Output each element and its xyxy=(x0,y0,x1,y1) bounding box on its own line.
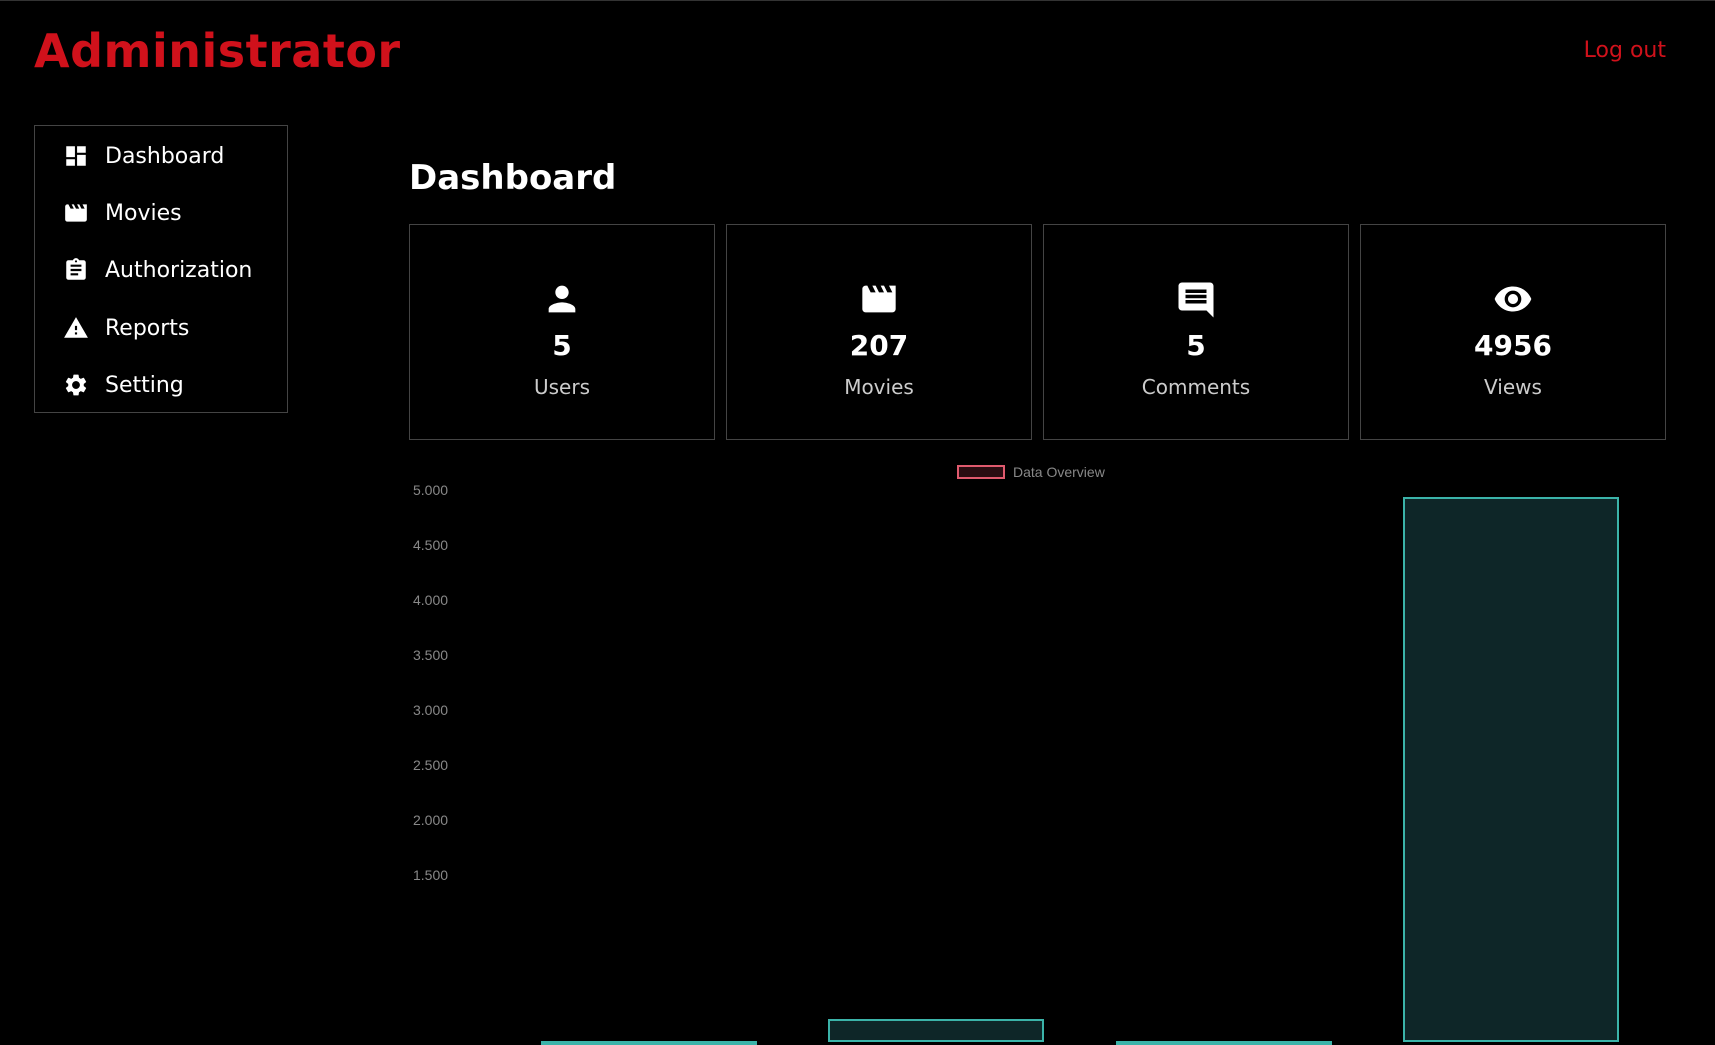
y-tick-label: 5.000 xyxy=(413,482,449,498)
sidebar-item-setting[interactable]: Setting xyxy=(61,365,184,405)
stat-card-movies: 207 Movies xyxy=(726,224,1032,440)
dashboard-icon xyxy=(61,141,91,171)
legend-swatch xyxy=(957,465,1005,479)
sidebar-item-authorization[interactable]: Authorization xyxy=(61,250,252,290)
gear-icon xyxy=(61,370,91,400)
bar-movies[interactable] xyxy=(828,1019,1045,1042)
y-tick-label: 4.000 xyxy=(413,592,449,608)
page-title: Dashboard xyxy=(409,158,617,198)
stat-label: Movies xyxy=(844,375,914,399)
data-overview-chart: Data Overview 5.000 4.500 4.000 3.500 3.000 2… xyxy=(409,458,1665,1045)
stat-label: Users xyxy=(533,375,590,399)
user-icon xyxy=(410,279,714,319)
y-tick-label: 1.500 xyxy=(413,867,449,883)
stat-value: 207 xyxy=(849,329,909,362)
y-tick-label: 2.500 xyxy=(413,757,449,773)
sidebar-item-reports[interactable]: Reports xyxy=(61,308,189,348)
sidebar-item-label: Dashboard xyxy=(105,143,225,169)
stat-label: Views xyxy=(1484,375,1542,399)
stat-label: Comments xyxy=(1141,375,1251,399)
sidebar-item-label: Movies xyxy=(105,200,182,226)
legend-label: Data Overview xyxy=(1013,464,1105,480)
top-border xyxy=(0,0,1715,1)
y-tick-label: 2.000 xyxy=(413,812,449,828)
bar-comments[interactable] xyxy=(1115,1041,1332,1045)
movie-icon xyxy=(727,279,1031,319)
sidebar-item-label: Reports xyxy=(105,315,190,341)
chart-legend[interactable]: Data Overview xyxy=(957,464,1105,480)
sidebar: Dashboard Movies Authorization Reports S… xyxy=(34,125,288,413)
stat-value: 5 xyxy=(1186,329,1206,362)
y-tick-label: 4.500 xyxy=(413,537,449,553)
bar-users[interactable] xyxy=(540,1041,757,1045)
sidebar-item-label: Authorization xyxy=(105,257,253,283)
comment-icon xyxy=(1044,279,1348,321)
stat-value: 5 xyxy=(552,329,572,362)
clipboard-icon xyxy=(61,255,91,285)
y-tick-label: 3.000 xyxy=(413,702,449,718)
stat-card-comments: 5 Comments xyxy=(1043,224,1349,440)
stat-card-views: 4956 Views xyxy=(1360,224,1666,440)
logout-link[interactable]: Log out xyxy=(1584,38,1666,63)
eye-icon xyxy=(1361,279,1665,319)
y-tick-label: 3.500 xyxy=(413,647,449,663)
warning-icon xyxy=(61,313,91,343)
sidebar-item-dashboard[interactable]: Dashboard xyxy=(61,136,224,176)
sidebar-item-movies[interactable]: Movies xyxy=(61,193,182,233)
stat-card-users: 5 Users xyxy=(409,224,715,440)
brand-title: Administrator xyxy=(34,24,401,78)
sidebar-item-label: Setting xyxy=(105,372,184,398)
bar-views[interactable] xyxy=(1403,496,1620,1042)
movie-icon xyxy=(61,198,91,228)
stat-value: 4956 xyxy=(1474,329,1552,362)
